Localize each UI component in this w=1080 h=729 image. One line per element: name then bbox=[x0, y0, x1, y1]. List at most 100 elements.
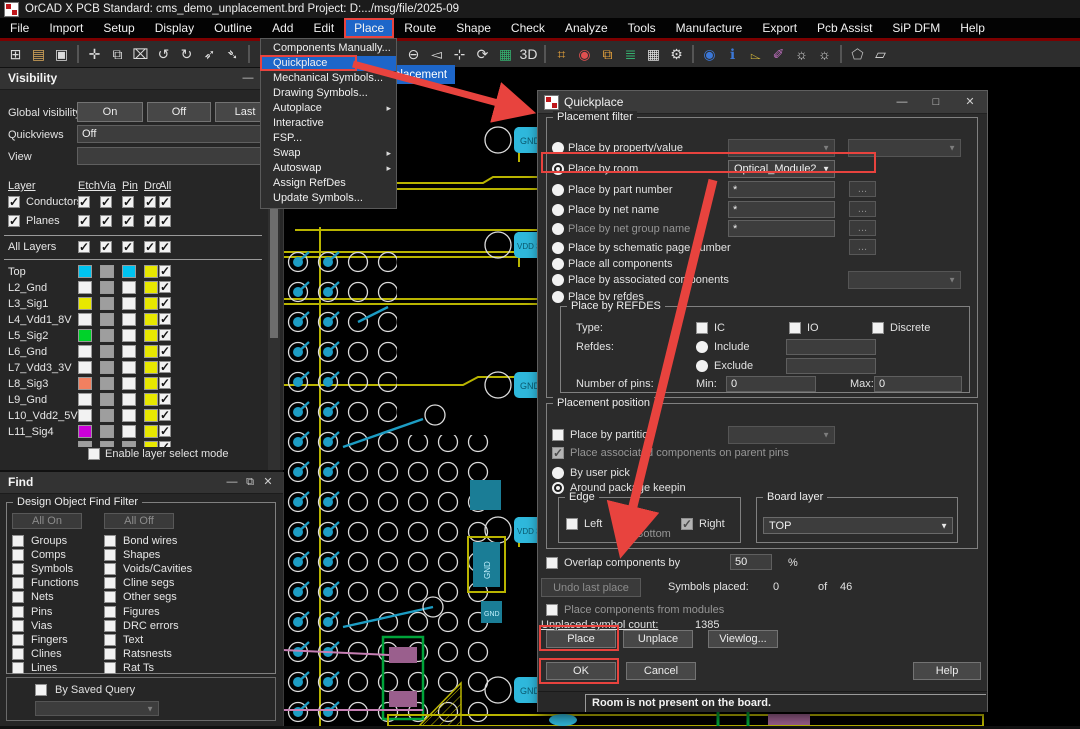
minimize-icon[interactable]: — bbox=[241, 71, 255, 85]
redo-icon[interactable]: ↻ bbox=[176, 44, 197, 65]
place-menu-item[interactable]: Components Manually... ▸ bbox=[261, 41, 396, 56]
planes-drc-checkbox[interactable] bbox=[144, 215, 156, 227]
place-menu-item[interactable]: FSP... ▸ bbox=[261, 131, 396, 146]
layer-all-checkbox[interactable] bbox=[159, 361, 171, 373]
place-by-property-radio[interactable] bbox=[552, 142, 564, 154]
visibility-eye-icon[interactable]: ◉ bbox=[699, 44, 720, 65]
layer-etch-swatch[interactable] bbox=[78, 265, 92, 278]
layer-via-swatch[interactable] bbox=[100, 409, 114, 422]
menu-item[interactable]: Tools bbox=[618, 18, 666, 38]
layer-drc-swatch[interactable] bbox=[144, 393, 158, 406]
help-button[interactable]: Help bbox=[913, 662, 981, 680]
layer-all-checkbox[interactable] bbox=[159, 313, 171, 325]
part-number-browse-button[interactable]: ... bbox=[849, 181, 876, 197]
undo-icon[interactable]: ↺ bbox=[153, 44, 174, 65]
menu-item[interactable]: Setup bbox=[93, 18, 144, 38]
menu-item[interactable]: Display bbox=[145, 18, 204, 38]
refdes-exclude-field[interactable] bbox=[786, 358, 876, 374]
shape-icon[interactable]: ▱ bbox=[870, 44, 891, 65]
refdes-exclude-radio[interactable] bbox=[696, 360, 708, 372]
net-name-field[interactable]: * bbox=[728, 201, 835, 218]
layer-etch-swatch[interactable] bbox=[78, 425, 92, 438]
place-menu-item[interactable]: Drawing Symbols... ▸ bbox=[261, 86, 396, 101]
save-icon[interactable]: ▣ bbox=[51, 44, 72, 65]
layer-via-swatch[interactable] bbox=[100, 265, 114, 278]
find-filter-checkbox[interactable] bbox=[104, 648, 116, 660]
new-drawing-icon[interactable]: ⊞ bbox=[5, 44, 26, 65]
find-filter-checkbox[interactable] bbox=[104, 591, 116, 603]
find-filter-checkbox[interactable] bbox=[12, 549, 24, 561]
layer-drc-swatch[interactable] bbox=[144, 297, 158, 310]
report-icon[interactable]: ▦ bbox=[643, 44, 664, 65]
find-filter-checkbox[interactable] bbox=[12, 535, 24, 547]
layer-pin-swatch[interactable] bbox=[122, 329, 136, 342]
layer-pin-swatch[interactable] bbox=[122, 281, 136, 294]
layer-drc-swatch[interactable] bbox=[144, 345, 158, 358]
layer-drc-swatch[interactable] bbox=[144, 425, 158, 438]
find-filter-checkbox[interactable] bbox=[104, 563, 116, 575]
place-menu-item[interactable]: Mechanical Symbols... ▸ bbox=[261, 71, 396, 86]
type-ic-checkbox[interactable] bbox=[696, 322, 708, 334]
conductors-pin-checkbox[interactable] bbox=[122, 196, 134, 208]
delete-icon[interactable]: ⌧ bbox=[130, 44, 151, 65]
refdes-include-radio[interactable] bbox=[696, 341, 708, 353]
move-icon[interactable]: ✛ bbox=[84, 44, 105, 65]
find-filter-checkbox[interactable] bbox=[12, 648, 24, 660]
layer-drc-swatch[interactable] bbox=[144, 313, 158, 326]
layer-drc-swatch[interactable] bbox=[144, 265, 158, 278]
copy-icon[interactable]: ⧉ bbox=[107, 44, 128, 65]
layer-drc-swatch[interactable] bbox=[144, 361, 158, 374]
enable-layer-select-checkbox[interactable] bbox=[88, 448, 100, 460]
find-filter-checkbox[interactable] bbox=[104, 549, 116, 561]
place-button[interactable]: Place bbox=[546, 630, 616, 648]
all-layers-pin-checkbox[interactable] bbox=[122, 241, 134, 253]
separator[interactable] bbox=[544, 45, 546, 63]
separator[interactable] bbox=[840, 45, 842, 63]
place-by-part-number-radio[interactable] bbox=[552, 184, 564, 196]
menu-item[interactable]: Manufacture bbox=[666, 18, 753, 38]
layer-pin-swatch[interactable] bbox=[122, 297, 136, 310]
edge-right-checkbox[interactable] bbox=[681, 518, 693, 530]
type-io-checkbox[interactable] bbox=[789, 322, 801, 334]
separator[interactable] bbox=[77, 45, 79, 63]
conductors-via-checkbox[interactable] bbox=[100, 196, 112, 208]
unpin-icon[interactable]: ➴ bbox=[222, 44, 243, 65]
open-icon[interactable]: ▤ bbox=[28, 44, 49, 65]
all-layers-via-checkbox[interactable] bbox=[100, 241, 112, 253]
info-doc-icon[interactable]: ℹ bbox=[722, 44, 743, 65]
layer-via-swatch[interactable] bbox=[100, 345, 114, 358]
planes-all-checkbox[interactable] bbox=[159, 215, 171, 227]
color-wheel-icon[interactable]: ◉ bbox=[574, 44, 595, 65]
layer-drc-swatch[interactable] bbox=[144, 281, 158, 294]
find-filter-checkbox[interactable] bbox=[104, 620, 116, 632]
associated-dropdown[interactable] bbox=[848, 271, 961, 289]
saved-query-dropdown[interactable] bbox=[35, 701, 159, 716]
all-off-button[interactable]: All Off bbox=[104, 513, 174, 529]
layer-pin-swatch[interactable] bbox=[122, 345, 136, 358]
layer-drc-swatch[interactable] bbox=[144, 377, 158, 390]
layer-etch-swatch[interactable] bbox=[78, 393, 92, 406]
layer-etch-swatch[interactable] bbox=[78, 313, 92, 326]
conductors-etch-checkbox[interactable] bbox=[78, 196, 90, 208]
viewlog-button[interactable]: Viewlog... bbox=[708, 630, 778, 648]
find-filter-checkbox[interactable] bbox=[12, 563, 24, 575]
layer-via-swatch[interactable] bbox=[100, 393, 114, 406]
menu-item[interactable]: Analyze bbox=[555, 18, 618, 38]
partition-dropdown[interactable] bbox=[728, 426, 835, 444]
layer-all-checkbox[interactable] bbox=[159, 409, 171, 421]
close-icon[interactable]: ✕ bbox=[261, 475, 275, 489]
menu-item[interactable]: Route bbox=[394, 18, 446, 38]
layer-all-checkbox[interactable] bbox=[159, 441, 171, 447]
layer-via-swatch[interactable] bbox=[100, 441, 114, 447]
layer-all-checkbox[interactable] bbox=[159, 377, 171, 389]
layer-pin-swatch[interactable] bbox=[122, 393, 136, 406]
menu-item[interactable]: Add bbox=[262, 18, 303, 38]
separator[interactable] bbox=[692, 45, 694, 63]
menu-item[interactable]: File bbox=[0, 18, 39, 38]
stackup-icon[interactable]: ≣ bbox=[620, 44, 641, 65]
edge-bottom-checkbox[interactable] bbox=[618, 528, 630, 540]
gear-doc-icon[interactable]: ⚙ bbox=[666, 44, 687, 65]
layer-pin-swatch[interactable] bbox=[122, 361, 136, 374]
layer-pin-swatch[interactable] bbox=[122, 265, 136, 278]
planes-pin-checkbox[interactable] bbox=[122, 215, 134, 227]
